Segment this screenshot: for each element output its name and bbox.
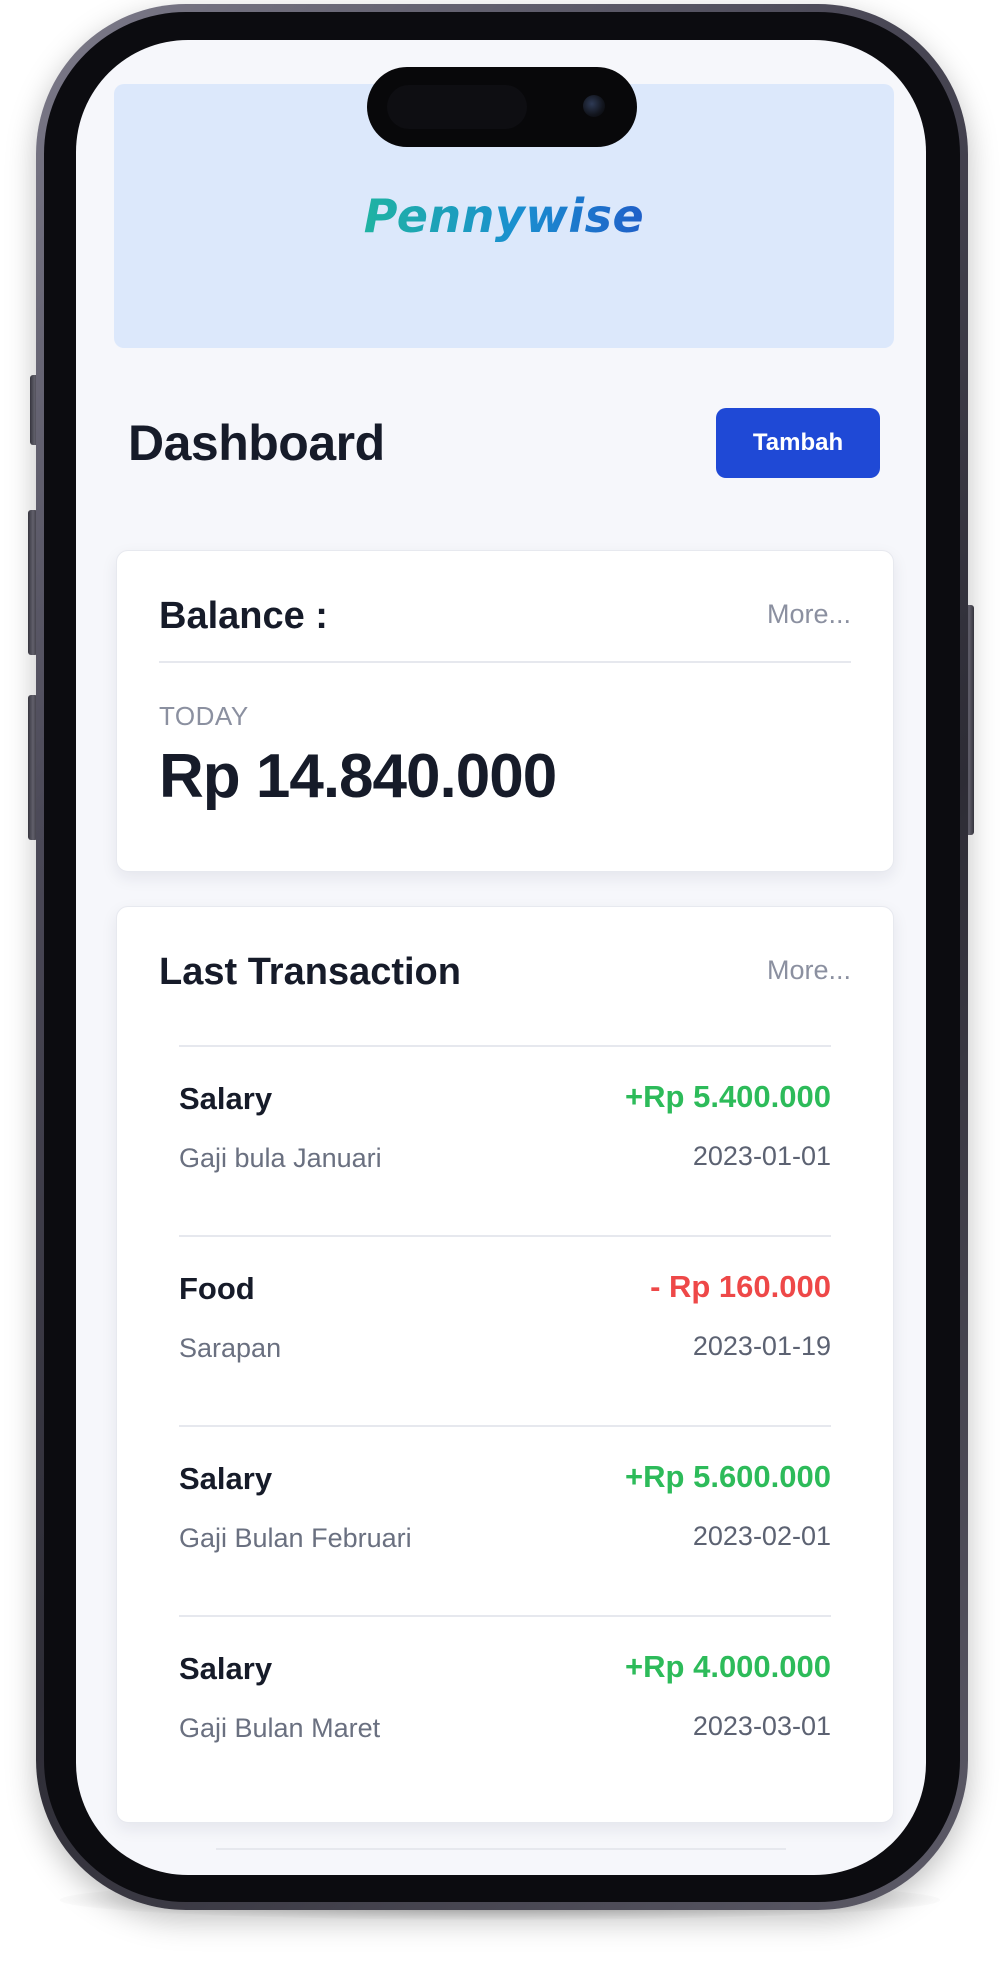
transaction-item[interactable]: Salary +Rp 4.000.000 Gaji Bulan Maret 20… (179, 1615, 831, 1805)
camera-icon (583, 95, 605, 117)
last-transaction-card: Last Transaction More... Salary +Rp 5.40… (116, 906, 894, 1823)
transactions-title: Last Transaction (159, 951, 461, 993)
transaction-item[interactable]: Food - Rp 160.000 Sarapan 2023-01-19 (179, 1235, 831, 1425)
balance-card: Balance : More... TODAY Rp 14.840.000 (116, 550, 894, 872)
transaction-date: 2023-01-01 (692, 1141, 831, 1171)
balance-divider (159, 661, 851, 663)
balance-more-link[interactable]: More... (767, 599, 851, 630)
dashboard-header: Dashboard Tambah (128, 408, 880, 478)
page-title: Dashboard (128, 415, 385, 471)
transaction-amount: - Rp 160.000 (650, 1269, 831, 1304)
transaction-amount: +Rp 5.600.000 (625, 1459, 831, 1494)
transaction-name: Salary (179, 1081, 273, 1116)
device-mockup: Pennywise Dashboard Tambah Balance : Mor… (0, 0, 1001, 1974)
transaction-name: Salary (179, 1461, 273, 1496)
add-transaction-button[interactable]: Tambah (716, 408, 880, 478)
transaction-list: Salary +Rp 5.400.000 Gaji bula Januari 2… (179, 1045, 831, 1805)
transactions-more-link[interactable]: More... (767, 955, 851, 986)
dynamic-island (367, 67, 637, 147)
transaction-date: 2023-01-19 (692, 1331, 831, 1361)
bottom-divider (216, 1848, 786, 1850)
transaction-name: Food (179, 1271, 255, 1306)
transaction-name: Salary (179, 1651, 273, 1686)
balance-period-label: TODAY (159, 701, 249, 731)
transaction-item[interactable]: Salary +Rp 5.400.000 Gaji bula Januari 2… (179, 1045, 831, 1235)
transaction-description: Gaji Bulan Februari (179, 1523, 412, 1553)
transaction-item[interactable]: Salary +Rp 5.600.000 Gaji Bulan Februari… (179, 1425, 831, 1615)
app-screen: Pennywise Dashboard Tambah Balance : Mor… (76, 40, 926, 1875)
transaction-description: Gaji bula Januari (179, 1143, 382, 1173)
balance-title: Balance : (159, 595, 328, 637)
transaction-description: Gaji Bulan Maret (179, 1713, 381, 1743)
sensor-pill (387, 85, 527, 129)
transaction-amount: +Rp 4.000.000 (625, 1649, 831, 1684)
app-logo: Pennywise (363, 189, 645, 243)
transaction-amount: +Rp 5.400.000 (625, 1079, 831, 1114)
transaction-description: Sarapan (179, 1333, 282, 1363)
balance-amount: Rp 14.840.000 (159, 742, 557, 811)
transaction-date: 2023-02-01 (692, 1521, 831, 1551)
transaction-date: 2023-03-01 (692, 1711, 831, 1741)
